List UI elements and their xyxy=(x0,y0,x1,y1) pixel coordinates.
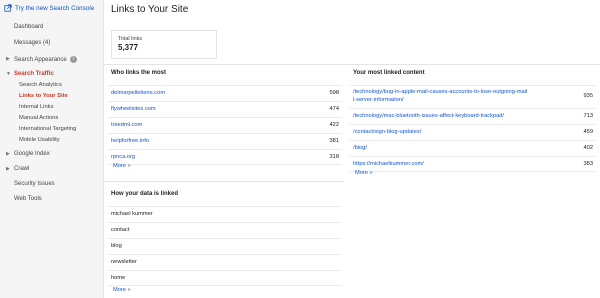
domain-link[interactable]: delmarpelletierie.com xyxy=(111,90,165,96)
sidebar-item-dashboard[interactable]: Dashboard xyxy=(14,24,43,30)
table-row: delmarpelletierie.com 598 xyxy=(108,85,342,101)
sidebar-item-links-to-your-site[interactable]: Links to Your Site xyxy=(19,93,68,99)
try-new-search-console-link[interactable]: Try the new Search Console xyxy=(4,4,94,12)
sidebar-item-crawl[interactable]: Crawl xyxy=(14,166,29,172)
who-links-title: Who links the most xyxy=(111,70,167,76)
most-linked-table: /technology/bug-in-apple-mail-causes-acc… xyxy=(350,85,596,172)
table-row: home xyxy=(108,270,342,286)
most-linked-title: Your most linked content xyxy=(353,70,425,76)
table-row: /contact/sign-blog-updates/ 459 xyxy=(350,124,596,140)
table-row: helpforfree.info 381 xyxy=(108,133,342,149)
chevron-right-icon[interactable]: ▶ xyxy=(6,56,10,62)
content-link[interactable]: /contact/sign-blog-updates/ xyxy=(353,129,421,135)
link-count: 318 xyxy=(329,154,340,160)
info-icon[interactable]: i xyxy=(69,56,77,63)
anchor-text[interactable]: newsletter xyxy=(111,259,137,265)
link-count: 474 xyxy=(329,106,340,112)
divider xyxy=(104,181,344,182)
total-links-value: 5,377 xyxy=(118,43,139,52)
table-row: flywheelsites.com 474 xyxy=(108,101,342,117)
content-link[interactable]: /technology/bug-in-apple-mail-causes-acc… xyxy=(353,89,527,95)
domain-link[interactable]: helpforfree.info xyxy=(111,138,149,144)
page-title: Links to Your Site xyxy=(111,4,189,15)
sidebar-item-messages[interactable]: Messages (4) xyxy=(14,40,50,46)
table-row: newsletter xyxy=(108,254,342,270)
table-row: contact xyxy=(108,222,342,238)
chevron-right-icon[interactable]: ▶ xyxy=(6,151,10,157)
table-row: /technology/mac-bluetooth-issues-affect-… xyxy=(350,108,596,124)
chevron-right-icon[interactable]: ▶ xyxy=(6,166,10,172)
sidebar-item-google-index[interactable]: Google Index xyxy=(14,151,50,157)
link-count: 459 xyxy=(583,129,594,135)
link-count: 422 xyxy=(329,122,340,128)
total-links-label: Total links xyxy=(118,36,143,42)
who-links-more-link[interactable]: More » xyxy=(113,163,131,169)
sidebar-item-search-traffic[interactable]: Search Traffic xyxy=(14,71,54,77)
link-count: 713 xyxy=(583,113,594,119)
table-row: https://michaelkummer.com/ 383 xyxy=(350,156,596,172)
table-row: /technology/bug-in-apple-mail-causes-acc… xyxy=(350,85,596,108)
link-count: 383 xyxy=(583,161,594,167)
total-links-card: Total links 5,377 xyxy=(111,30,217,59)
sidebar-item-search-appearance[interactable]: Search Appearance i xyxy=(14,56,77,63)
content-link-continued[interactable]: l-server-information/ xyxy=(353,97,404,103)
content-link[interactable]: https://michaelkummer.com/ xyxy=(353,161,424,167)
search-appearance-label: Search Appearance xyxy=(14,57,67,64)
how-linked-more-link[interactable]: More » xyxy=(113,287,131,293)
sidebar-item-mobile-usability[interactable]: Mobile Usability xyxy=(19,137,60,143)
domain-link[interactable]: flywheelsites.com xyxy=(111,106,156,112)
content-link[interactable]: /technology/mac-bluetooth-issues-affect-… xyxy=(353,113,504,119)
how-linked-title: How your data is linked xyxy=(111,191,179,197)
who-links-table: delmarpelletierie.com 598 flywheelsites.… xyxy=(108,85,342,165)
link-count: 935 xyxy=(583,93,594,99)
external-link-icon xyxy=(4,4,12,12)
sidebar-item-manual-actions[interactable]: Manual Actions xyxy=(19,115,58,121)
table-row: /blog/ 402 xyxy=(350,140,596,156)
link-count: 402 xyxy=(583,145,594,151)
how-linked-table: michael kummer contact blog newsletter h… xyxy=(108,206,342,286)
table-row: treedml.com 422 xyxy=(108,117,342,133)
sidebar-item-internal-links[interactable]: Internal Links xyxy=(19,104,53,110)
chevron-down-icon[interactable]: ▼ xyxy=(6,71,11,77)
content-link[interactable]: /blog/ xyxy=(353,145,367,151)
domain-link[interactable]: rpnca.org xyxy=(111,154,135,160)
sidebar-item-international-targeting[interactable]: International Targeting xyxy=(19,126,76,132)
anchor-text[interactable]: michael kummer xyxy=(111,211,153,217)
table-row: blog xyxy=(108,238,342,254)
anchor-text[interactable]: contact xyxy=(111,227,129,233)
link-count: 381 xyxy=(329,138,340,144)
table-row: rpnca.org 318 xyxy=(108,149,342,165)
anchor-text[interactable]: home xyxy=(111,275,125,281)
table-row: michael kummer xyxy=(108,206,342,222)
sidebar: Try the new Search Console Dashboard Mes… xyxy=(0,0,104,298)
try-new-label: Try the new Search Console xyxy=(15,4,95,12)
anchor-text[interactable]: blog xyxy=(111,243,122,249)
link-count: 598 xyxy=(329,90,340,96)
domain-link[interactable]: treedml.com xyxy=(111,122,142,128)
sidebar-item-security-issues[interactable]: Security Issues xyxy=(14,181,55,187)
most-linked-more-link[interactable]: More » xyxy=(355,170,373,176)
sidebar-item-web-tools[interactable]: Web Tools xyxy=(14,196,42,202)
divider xyxy=(104,64,600,65)
sidebar-item-search-analytics[interactable]: Search Analytics xyxy=(19,82,62,88)
